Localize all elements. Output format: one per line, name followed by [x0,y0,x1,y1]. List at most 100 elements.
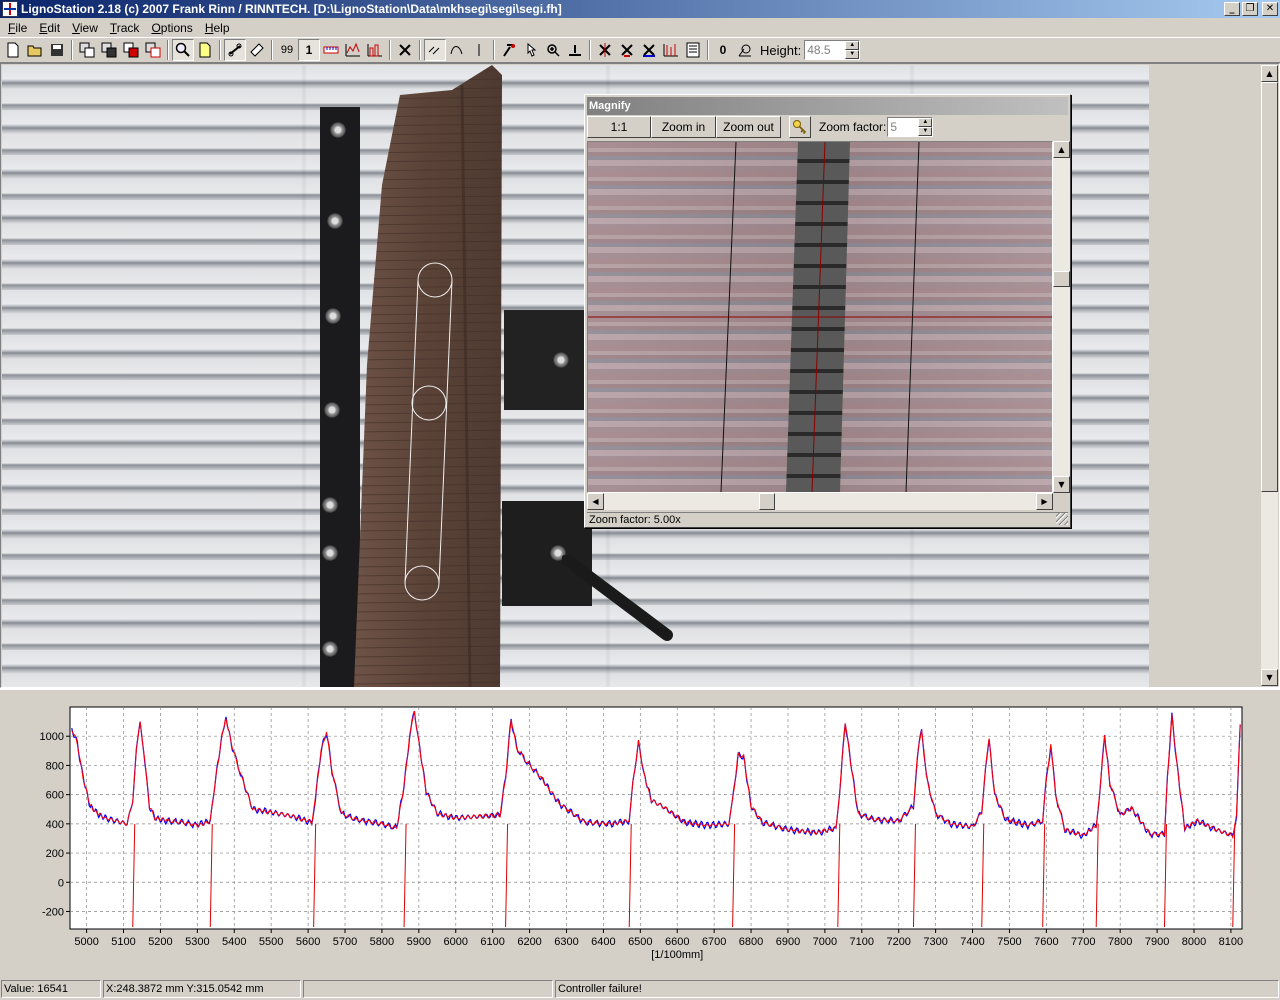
menu-help[interactable]: Help [199,21,236,35]
copy-chart-icon[interactable] [120,39,142,61]
scroll-thumb[interactable] [759,493,775,510]
zoom-factor-input[interactable] [888,118,919,136]
magnify-vertical-scrollbar[interactable]: ▲ ▼ [1053,141,1070,493]
baseline-tool-icon[interactable] [564,39,586,61]
y-tick-label: 0 [58,877,64,889]
toolbar-separator [71,40,73,60]
x-tick-label: 6400 [591,936,615,948]
save-icon[interactable] [46,39,68,61]
wood-core-sample[interactable] [352,65,512,687]
copy-data-icon[interactable] [98,39,120,61]
magnify-horizontal-scrollbar[interactable]: ◀ ▶ [587,493,1053,510]
x-tick-label: 5600 [296,936,320,948]
zoom-factor-spinbox[interactable]: ▲ ▼ [887,117,934,137]
zoom-down-arrow-icon[interactable]: ▼ [918,127,933,136]
bolt [322,497,338,513]
link-icon[interactable] [224,39,246,61]
plot-area[interactable] [69,706,1243,930]
copy-image-icon[interactable] [76,39,98,61]
smooth-line-icon[interactable] [424,39,446,61]
scale-icon[interactable] [320,39,342,61]
x-tick-label: 6200 [517,936,541,948]
zoom-tool-icon[interactable] [542,39,564,61]
resize-grip-icon[interactable] [1056,513,1068,525]
scroll-down-arrow-icon[interactable]: ▼ [1053,476,1070,493]
height-spinbox[interactable]: ▲ ▼ [804,40,861,60]
magnified-view[interactable] [587,141,1053,493]
menu-file[interactable]: File [2,21,33,35]
status-message: Controller failure! [555,980,1279,998]
x-tick-label: 5100 [111,936,135,948]
zero-button[interactable]: 0 [712,39,734,61]
height-up-arrow-icon[interactable]: ▲ [845,41,860,50]
magnify-title[interactable]: Magnify [587,97,1068,115]
x-tick-label: 7600 [1034,936,1058,948]
scroll-up-arrow-icon[interactable]: ▲ [1261,65,1278,82]
scroll-left-arrow-icon[interactable]: ◀ [587,493,604,510]
zoom-up-arrow-icon[interactable]: ▲ [918,118,933,127]
x-tick-label: 6700 [702,936,726,948]
zoom-in-button[interactable]: Zoom in [651,116,716,138]
x-tick-label: 7800 [1108,936,1132,948]
bolt [322,545,338,561]
x-tick-label: 5400 [222,936,246,948]
zero-angle-icon[interactable] [734,39,756,61]
scroll-right-arrow-icon[interactable]: ▶ [1036,493,1053,510]
zoom-factor-label: Zoom factor: [819,120,887,134]
menu-view[interactable]: View [66,21,104,35]
count-99-button[interactable]: 99 [276,39,298,61]
x-tick-label: 6800 [739,936,763,948]
report-icon[interactable] [682,39,704,61]
ring-chart-icon[interactable] [660,39,682,61]
status-empty-pane [303,980,553,998]
menu-track[interactable]: Track [104,21,146,35]
page-icon[interactable] [194,39,216,61]
density-chart-panel[interactable]: 5000 5100 5200 5300 5400 5500 5600 5700 5800 5900… [0,688,1280,978]
toolbar-separator [707,40,709,60]
app-icon[interactable] [2,1,18,17]
copy-report-icon[interactable] [142,39,164,61]
curve-icon[interactable] [446,39,468,61]
zoom-out-button[interactable]: Zoom out [716,116,781,138]
status-bar: Value: 16541 X:248.3872 mm Y:315.0542 mm… [0,978,1280,1000]
height-input[interactable] [805,41,846,59]
restore-button[interactable]: ❐ [1242,2,1258,16]
x-tick-label: 7400 [960,936,984,948]
ruler-icon[interactable] [246,39,268,61]
pin-tool-icon[interactable] [498,39,520,61]
count-1-button[interactable]: 1 [298,39,320,61]
minimize-button[interactable]: _ [1224,2,1240,16]
menu-options[interactable]: Options [145,21,198,35]
pointer-tool-icon[interactable] [520,39,542,61]
height-down-arrow-icon[interactable]: ▼ [845,50,860,59]
density-chart[interactable]: 5000 5100 5200 5300 5400 5500 5600 5700 5800 5900… [0,690,1280,980]
lignostation-window: LignoStation 2.18 (c) 2007 Frank Rinn / … [0,0,1280,1000]
y-tick-label: 1000 [40,731,64,743]
image-vertical-scrollbar[interactable]: ▲ ▼ [1261,65,1278,686]
scroll-down-arrow-icon[interactable]: ▼ [1261,669,1278,686]
delete-boundary-icon[interactable] [594,39,616,61]
histogram-icon[interactable] [364,39,386,61]
key-icon[interactable] [789,116,811,138]
bolt [553,352,569,368]
zoom-icon[interactable] [172,39,194,61]
delete-all-icon[interactable] [638,39,660,61]
delete-marker-icon[interactable] [616,39,638,61]
title-bar[interactable]: LignoStation 2.18 (c) 2007 Frank Rinn / … [0,0,1280,18]
profile-chart-icon[interactable] [342,39,364,61]
x-tick-label: 8000 [1182,936,1206,948]
bolt [327,213,343,229]
new-file-icon[interactable] [2,39,24,61]
scroll-thumb[interactable] [1261,82,1278,492]
magnify-window[interactable]: Magnify 1:1 Zoom in Zoom out Zoom factor… [584,94,1071,528]
delete-icon[interactable] [394,39,416,61]
menu-edit[interactable]: Edit [33,21,66,35]
zoom-1to1-button[interactable]: 1:1 [587,116,651,138]
scroll-thumb[interactable] [1053,271,1070,287]
x-tick-label: 6300 [554,936,578,948]
magnify-status: Zoom factor: 5.00x [587,512,1068,527]
scroll-up-arrow-icon[interactable]: ▲ [1053,141,1070,158]
close-button[interactable]: ✕ [1262,2,1278,16]
open-folder-icon[interactable] [24,39,46,61]
vertical-line-icon[interactable] [468,39,490,61]
